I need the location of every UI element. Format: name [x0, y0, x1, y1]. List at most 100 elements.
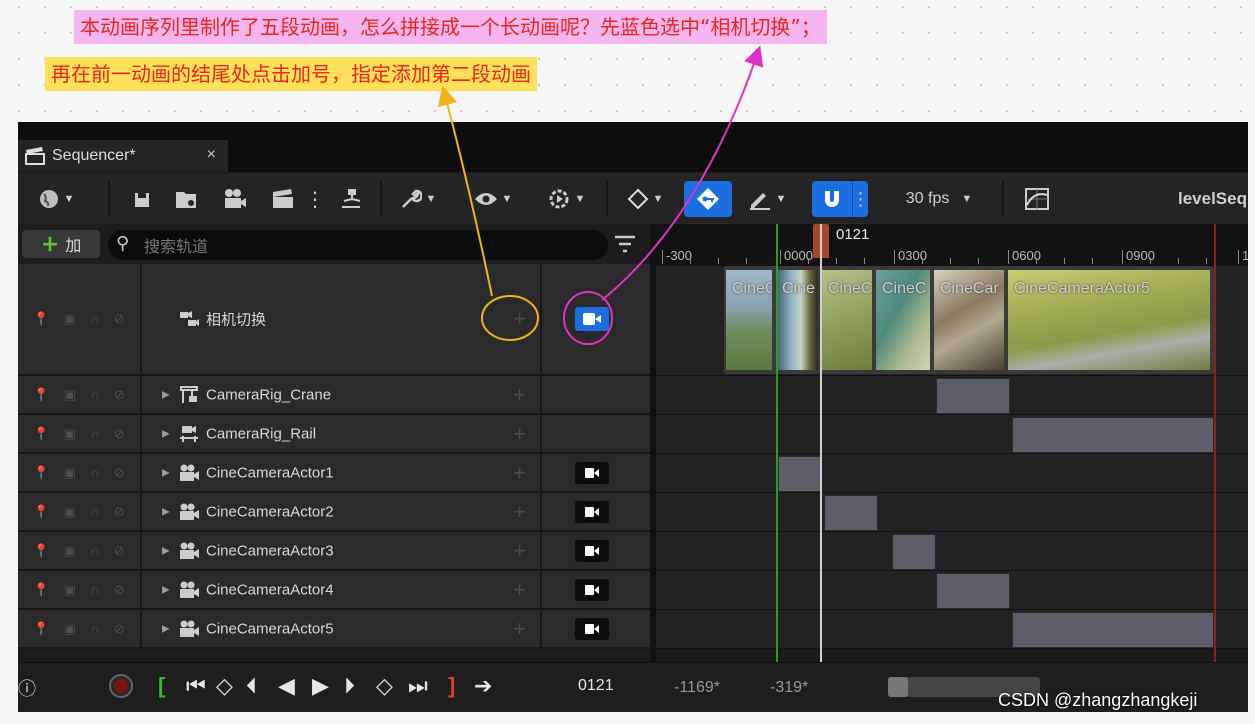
- disable-icon[interactable]: ⊘: [114, 465, 125, 481]
- view-button[interactable]: ▼: [468, 181, 518, 217]
- lock-icon[interactable]: ▣: [64, 387, 76, 403]
- track-row[interactable]: 📍 ▣ ∩ ⊘ ▶ CineCameraActor2 +: [18, 493, 650, 532]
- add-key-plus-icon[interactable]: +: [513, 577, 526, 603]
- edit-mode-button[interactable]: ▼: [742, 181, 792, 217]
- time-ruler[interactable]: -300 0000 0300 0600 0900 1: [656, 224, 1248, 266]
- pin-icon[interactable]: 📍: [33, 311, 49, 327]
- disable-icon[interactable]: ⊘: [114, 426, 125, 442]
- disable-icon[interactable]: ⊘: [114, 543, 125, 559]
- timeline-lane[interactable]: [656, 493, 1248, 532]
- lock-icon[interactable]: ▣: [64, 543, 76, 559]
- camera-toggle-button[interactable]: [575, 617, 609, 640]
- expand-arrow-icon[interactable]: ▶: [162, 584, 170, 595]
- lock-icon[interactable]: ▣: [64, 582, 76, 598]
- disable-icon[interactable]: ⊘: [114, 311, 125, 327]
- track-row[interactable]: 📍 ▣ ∩ ⊘ ▶ CameraRig_Rail +: [18, 415, 650, 454]
- more-options-icon[interactable]: ⋮: [305, 181, 325, 217]
- track-section-bar[interactable]: [824, 495, 878, 531]
- add-key-plus-icon[interactable]: +: [513, 499, 526, 525]
- search-tracks-input[interactable]: ⚲ 搜索轨道: [108, 230, 608, 260]
- render-movie-button[interactable]: [218, 181, 252, 217]
- keyframe-button[interactable]: ▼: [620, 181, 670, 217]
- disable-icon[interactable]: ⊘: [114, 582, 125, 598]
- timeline-lane[interactable]: [656, 454, 1248, 493]
- current-frame[interactable]: 0121: [578, 677, 614, 695]
- camera-cut-section[interactable]: CineCar: [934, 270, 1006, 370]
- world-button[interactable]: ▼: [28, 181, 84, 217]
- curve-editor-button[interactable]: [1022, 181, 1052, 217]
- timeline-lane[interactable]: [656, 532, 1248, 571]
- headphones-icon[interactable]: ∩: [90, 504, 99, 519]
- track-section-bar[interactable]: [1012, 417, 1214, 453]
- camera-toggle-button[interactable]: [575, 500, 609, 523]
- pin-icon[interactable]: 📍: [33, 504, 49, 520]
- expand-arrow-icon[interactable]: ▶: [162, 428, 170, 439]
- disable-icon[interactable]: ⊘: [114, 387, 125, 403]
- track-section-bar[interactable]: [778, 456, 822, 492]
- camera-cut-section[interactable]: Cine: [776, 270, 820, 370]
- track-section-bar[interactable]: [936, 573, 1010, 609]
- lock-icon[interactable]: ▣: [64, 465, 76, 481]
- pin-icon[interactable]: 📍: [33, 387, 49, 403]
- expand-arrow-icon[interactable]: ▶: [162, 545, 170, 556]
- headphones-icon[interactable]: ∩: [90, 543, 99, 558]
- set-end-icon[interactable]: ]: [448, 673, 455, 699]
- info-icon[interactable]: ⓘ: [18, 675, 36, 701]
- add-track-button[interactable]: + 加: [22, 230, 100, 258]
- lock-icon[interactable]: ▣: [64, 311, 76, 327]
- auto-key-button[interactable]: [684, 181, 732, 217]
- add-key-plus-icon[interactable]: +: [513, 616, 526, 642]
- save-button[interactable]: [128, 181, 158, 217]
- lock-icon[interactable]: ▣: [64, 621, 76, 637]
- lock-icon[interactable]: ▣: [64, 426, 76, 442]
- pin-icon[interactable]: 📍: [33, 582, 49, 598]
- add-section-plus-icon[interactable]: +: [513, 306, 526, 332]
- go-to-start-icon[interactable]: ⏮: [186, 673, 206, 699]
- go-to-end-icon[interactable]: ⏭: [408, 673, 428, 699]
- loop-arrow-icon[interactable]: ➔: [474, 673, 492, 699]
- headphones-icon[interactable]: ∩: [90, 465, 99, 480]
- step-forward-icon[interactable]: ⏵: [344, 673, 355, 699]
- headphones-icon[interactable]: ∩: [90, 621, 99, 636]
- fps-select[interactable]: 30 fps ▼: [896, 181, 982, 217]
- add-key-plus-icon[interactable]: +: [513, 421, 526, 447]
- play-reverse-icon[interactable]: ◀: [278, 673, 295, 699]
- track-row-camera-cuts[interactable]: 📍 ▣ ∩ ⊘ 相机切换 +: [18, 264, 650, 376]
- track-row[interactable]: 📍 ▣ ∩ ⊘ ▶ CameraRig_Crane +: [18, 376, 650, 415]
- headphones-icon[interactable]: ∩: [90, 387, 99, 402]
- camera-cut-section[interactable]: CineC: [726, 270, 774, 370]
- track-section-bar[interactable]: [892, 534, 936, 570]
- find-asset-button[interactable]: [170, 181, 204, 217]
- view-range-end[interactable]: -319*: [770, 679, 808, 697]
- add-key-plus-icon[interactable]: +: [513, 538, 526, 564]
- headphones-icon[interactable]: ∩: [90, 582, 99, 597]
- record-button[interactable]: [108, 673, 134, 705]
- track-row[interactable]: 📍 ▣ ∩ ⊘ ▶ CineCameraActor3 +: [18, 532, 650, 571]
- expand-arrow-icon[interactable]: ▶: [162, 467, 170, 478]
- clapper-button[interactable]: [266, 181, 300, 217]
- camera-cut-section[interactable]: CineCameraActor5: [1008, 270, 1212, 370]
- add-key-plus-icon[interactable]: +: [513, 382, 526, 408]
- track-section-bar[interactable]: [1012, 612, 1214, 648]
- tab-sequencer[interactable]: Sequencer* ×: [18, 140, 228, 172]
- step-back-icon[interactable]: ⏴: [246, 673, 257, 699]
- expand-arrow-icon[interactable]: ▶: [162, 389, 170, 400]
- hierarchy-button[interactable]: [334, 181, 368, 217]
- add-key-plus-icon[interactable]: +: [513, 460, 526, 486]
- headphones-icon[interactable]: ∩: [90, 312, 99, 327]
- disable-icon[interactable]: ⊘: [114, 504, 125, 520]
- pin-icon[interactable]: 📍: [33, 465, 49, 481]
- camera-toggle-button[interactable]: [575, 307, 609, 331]
- set-start-icon[interactable]: [: [158, 673, 165, 699]
- tools-button[interactable]: ▼: [394, 181, 442, 217]
- track-row[interactable]: 📍 ▣ ∩ ⊘ ▶ CineCameraActor4 +: [18, 571, 650, 610]
- headphones-icon[interactable]: ∩: [90, 426, 99, 441]
- disable-icon[interactable]: ⊘: [114, 621, 125, 637]
- pin-icon[interactable]: 📍: [33, 621, 49, 637]
- track-row[interactable]: 📍 ▣ ∩ ⊘ ▶ CineCameraActor1 +: [18, 454, 650, 493]
- lock-icon[interactable]: ▣: [64, 504, 76, 520]
- camera-toggle-button[interactable]: [575, 539, 609, 562]
- playback-options-button[interactable]: ▼: [540, 181, 592, 217]
- snap-options-icon[interactable]: ⋮: [852, 181, 870, 217]
- pin-icon[interactable]: 📍: [33, 426, 49, 442]
